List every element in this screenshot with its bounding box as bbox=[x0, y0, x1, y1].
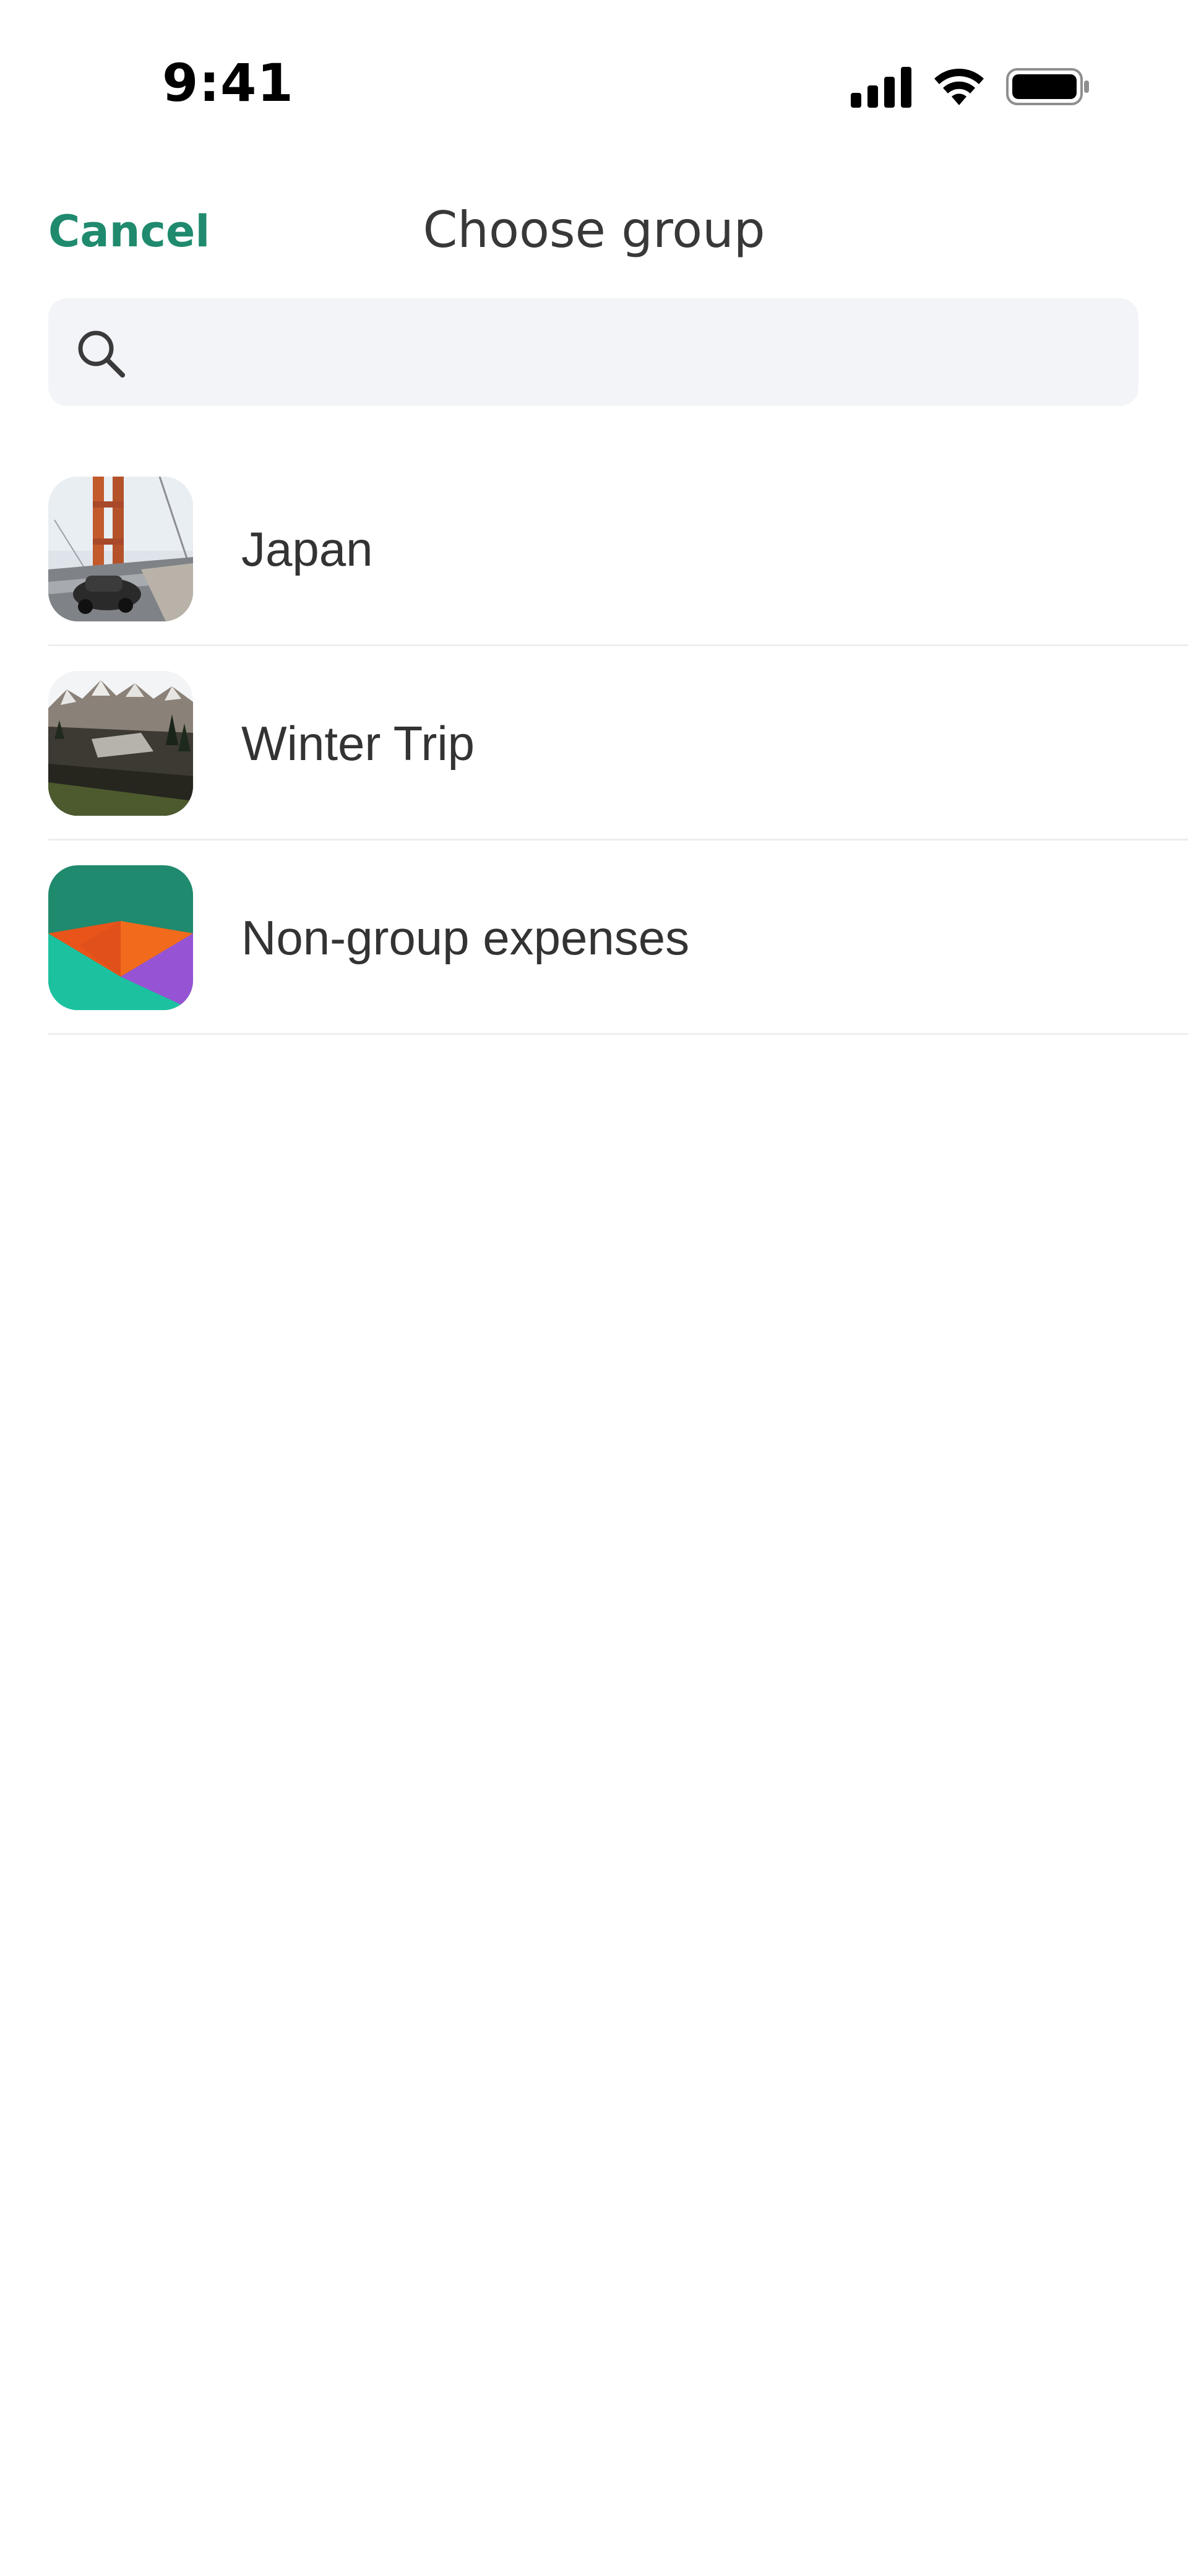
group-label: Japan bbox=[241, 522, 373, 576]
battery-icon bbox=[1006, 68, 1089, 105]
group-item-winter-trip[interactable]: Winter Trip bbox=[0, 646, 1188, 841]
cancel-button[interactable]: Cancel bbox=[48, 202, 210, 261]
status-time: 9:41 bbox=[162, 53, 294, 113]
group-label: Winter Trip bbox=[241, 716, 475, 771]
bridge-photo-icon bbox=[48, 477, 193, 621]
search-input[interactable] bbox=[142, 309, 1122, 396]
signal-icon bbox=[851, 67, 911, 108]
non-group-logo-icon bbox=[48, 865, 193, 1010]
group-label: Non-group expenses bbox=[241, 910, 690, 965]
group-item-japan[interactable]: Japan bbox=[0, 452, 1188, 646]
divider bbox=[48, 1033, 1188, 1035]
mountain-photo-icon bbox=[48, 671, 193, 816]
search-icon bbox=[78, 331, 125, 378]
status-bar: 9:41 bbox=[0, 0, 1188, 161]
group-list: Japan Winter Trip Non-group expenses bbox=[0, 452, 1188, 1035]
group-item-non-group-expenses[interactable]: Non-group expenses bbox=[0, 841, 1188, 1035]
wifi-icon bbox=[934, 69, 984, 105]
